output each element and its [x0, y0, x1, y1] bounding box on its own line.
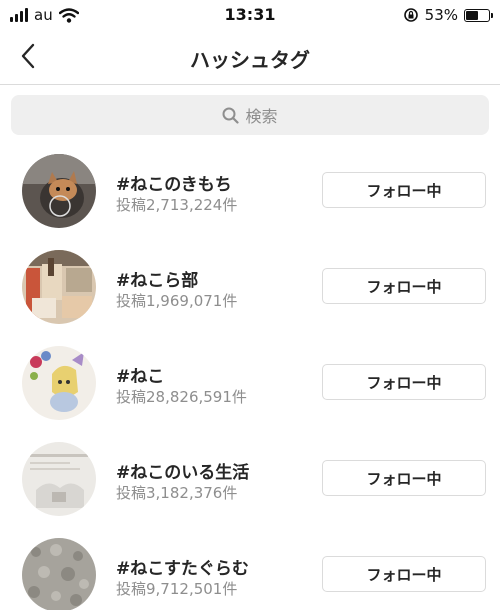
hashtag-name: #ねこ	[116, 367, 165, 387]
post-count: 投稿28,826,591件	[116, 388, 247, 406]
following-button[interactable]: フォロー中	[322, 268, 486, 304]
hashtag-name: #ねこのいる生活	[116, 463, 250, 483]
search-input[interactable]: 検索	[11, 95, 489, 135]
orientation-lock-icon	[403, 8, 418, 22]
post-count: 投稿3,182,376件	[116, 484, 238, 502]
hashtag-thumbnail	[22, 538, 96, 610]
battery-percent: 53%	[424, 6, 458, 24]
hashtag-thumbnail	[22, 346, 96, 420]
list-item[interactable]: #ねこのいる生活 投稿3,182,376件 フォロー中	[0, 438, 500, 526]
battery-fill	[466, 10, 478, 20]
search-icon	[222, 107, 240, 124]
following-button[interactable]: フォロー中	[322, 556, 486, 592]
hashtag-thumbnail	[22, 154, 96, 228]
nav-header: ハッシュタグ	[0, 30, 500, 85]
following-button[interactable]: フォロー中	[322, 172, 486, 208]
battery-icon	[464, 8, 493, 22]
hashtag-name: #ねこすたぐらむ	[116, 559, 249, 579]
hashtag-name: #ねこのきもち	[116, 175, 232, 195]
hashtag-thumbnail	[22, 250, 96, 324]
hashtag-name: #ねこら部	[116, 271, 199, 291]
search-placeholder: 検索	[245, 107, 278, 126]
hashtag-thumbnail	[22, 442, 96, 516]
following-button[interactable]: フォロー中	[322, 364, 486, 400]
status-bar: au 13:31 53%	[0, 0, 500, 30]
status-right: 53%	[403, 6, 493, 24]
page-title: ハッシュタグ	[190, 48, 310, 72]
post-count: 投稿1,969,071件	[116, 292, 238, 310]
list-item[interactable]: #ねこら部 投稿1,969,071件 フォロー中	[0, 246, 500, 334]
post-count: 投稿9,712,501件	[116, 580, 238, 598]
list-item[interactable]: #ねこすたぐらむ 投稿9,712,501件 フォロー中	[0, 534, 500, 610]
following-button[interactable]: フォロー中	[322, 460, 486, 496]
post-count: 投稿2,713,224件	[116, 196, 238, 214]
list-item[interactable]: #ねこのきもち 投稿2,713,224件 フォロー中	[0, 150, 500, 238]
list-item[interactable]: #ねこ 投稿28,826,591件 フォロー中	[0, 342, 500, 430]
